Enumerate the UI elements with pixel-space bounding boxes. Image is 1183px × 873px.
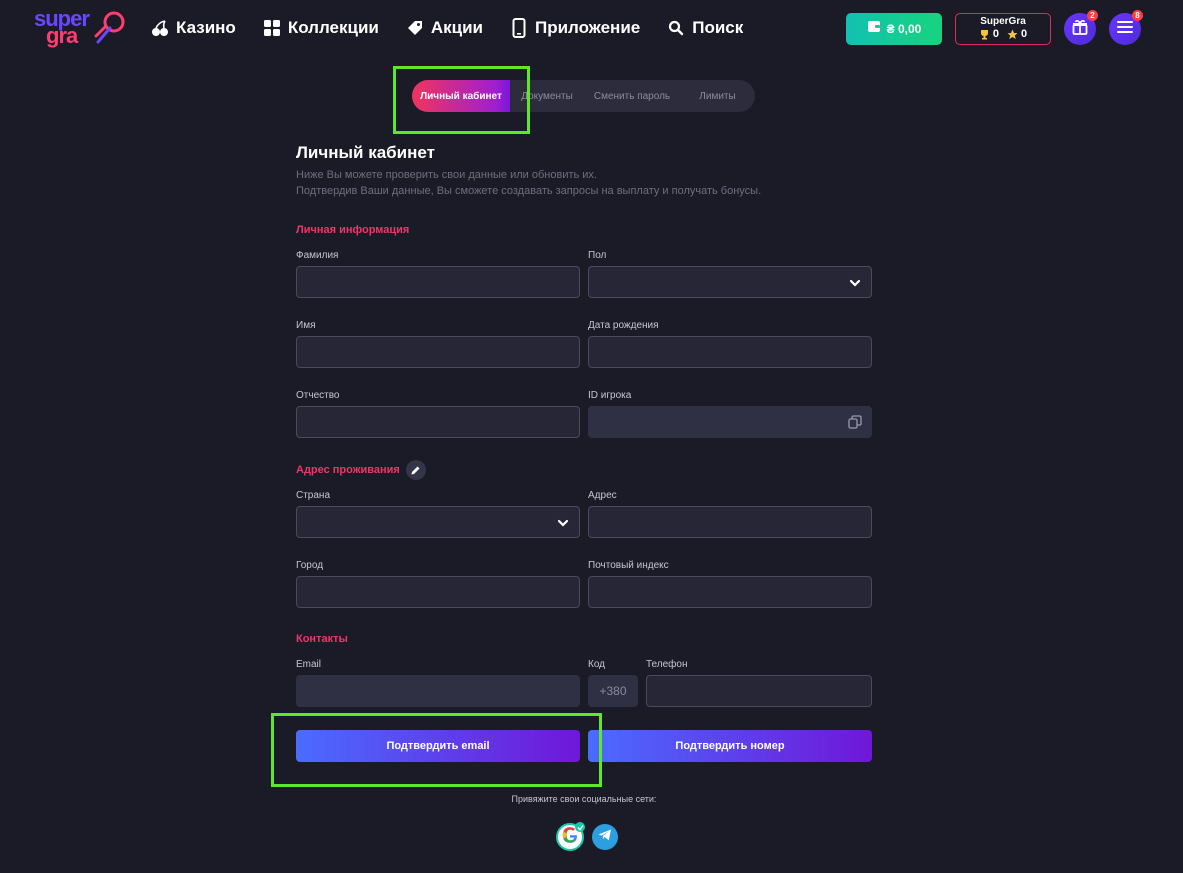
gender-label: Пол	[588, 250, 607, 261]
page-description-1: Ниже Вы можете проверить свои данные или…	[296, 169, 597, 181]
player-id-label: ID игрока	[588, 390, 632, 401]
balance-amount: ₴ 0,00	[886, 22, 922, 36]
nav-promotions[interactable]: Акции	[405, 16, 483, 40]
connected-check-icon	[575, 822, 585, 832]
address-input[interactable]	[588, 506, 872, 538]
nav-promotions-label: Акции	[430, 18, 483, 37]
phone-icon	[509, 18, 529, 38]
logo-word-gra: gra	[46, 23, 78, 48]
tab-change-password[interactable]: Сменить пароль	[584, 80, 680, 112]
menu-badge: 8	[1132, 10, 1143, 21]
nav-casino-label: Казино	[176, 18, 236, 37]
page-title: Личный кабинет	[296, 143, 435, 162]
telegram-icon	[598, 828, 612, 846]
search-icon	[666, 18, 686, 38]
balance-button[interactable]: ₴ 0,00	[846, 13, 942, 45]
section-address: Адрес проживания	[296, 460, 426, 480]
section-contacts-title: Контакты	[296, 633, 348, 645]
name-label: Имя	[296, 320, 316, 331]
main-nav: Казино Коллекции Акции Приложение Поиск	[150, 16, 769, 40]
nav-casino[interactable]: Казино	[150, 16, 236, 40]
copy-icon[interactable]	[848, 415, 862, 434]
section-contacts: Контакты	[296, 633, 348, 645]
social-link-label: Привяжите свои социальные сети:	[511, 794, 657, 804]
surname-label: Фамилия	[296, 250, 339, 261]
header: super gra Казино Коллекции Акции Приложе…	[0, 0, 1183, 58]
phone-label: Телефон	[646, 659, 688, 670]
profile-tabs: Личный кабинет Документы Сменить пароль …	[412, 80, 755, 112]
gifts-button[interactable]: 2	[1064, 10, 1098, 45]
menu-button[interactable]: 8	[1109, 10, 1143, 45]
phone-code-field: +380	[588, 675, 638, 707]
google-connect-button[interactable]	[556, 822, 585, 851]
nav-app[interactable]: Приложение	[509, 16, 640, 40]
country-select[interactable]	[296, 506, 580, 538]
chevron-down-icon	[557, 516, 569, 534]
city-input[interactable]	[296, 576, 580, 608]
supergra-logo[interactable]: super gra	[34, 6, 130, 48]
country-label: Страна	[296, 490, 331, 501]
surname-input[interactable]	[296, 266, 580, 298]
star-stat: 0	[1007, 28, 1027, 40]
wallet-icon	[867, 20, 881, 38]
loyalty-club-name: SuperGra	[980, 16, 1026, 27]
hamburger-icon	[1117, 20, 1133, 38]
page-description-2: Подтвердив Ваши данные, Вы сможете созда…	[296, 185, 762, 197]
star-icon	[1007, 29, 1018, 40]
trophy-stat: 0	[979, 28, 999, 40]
tab-limits[interactable]: Лимиты	[680, 80, 755, 112]
nav-search-label: Поиск	[692, 18, 744, 37]
cherry-icon	[150, 18, 170, 38]
email-input[interactable]	[296, 675, 580, 707]
email-label: Email	[296, 659, 322, 670]
pencil-icon[interactable]	[405, 460, 426, 480]
section-address-title: Адрес проживания	[296, 464, 400, 476]
chevron-down-icon	[849, 276, 861, 294]
trophy-count: 0	[992, 28, 999, 40]
nav-app-label: Приложение	[534, 18, 641, 37]
verify-email-button[interactable]: Подтвердить email	[296, 730, 580, 762]
tab-documents[interactable]: Документы	[510, 80, 584, 112]
nav-collections[interactable]: Коллекции	[262, 16, 379, 40]
section-personal-info-title: Личная информация	[296, 224, 410, 236]
zip-input[interactable]	[588, 576, 872, 608]
rocket-logo-icon	[94, 11, 125, 44]
nav-search[interactable]: Поиск	[666, 16, 743, 40]
birthdate-label: Дата рождения	[588, 320, 659, 331]
loyalty-club-box[interactable]: SuperGra 0 0	[955, 13, 1051, 45]
gifts-badge: 2	[1087, 10, 1098, 21]
phone-input[interactable]	[646, 675, 872, 707]
patronymic-input[interactable]	[296, 406, 580, 438]
address-label: Адрес	[588, 490, 617, 501]
zip-label: Почтовый индекс	[588, 560, 669, 571]
tab-personal-account[interactable]: Личный кабинет	[412, 80, 510, 112]
gender-select[interactable]	[588, 266, 872, 298]
city-label: Город	[296, 560, 324, 571]
grid-icon	[262, 18, 282, 38]
nav-collections-label: Коллекции	[287, 18, 379, 37]
telegram-connect-button[interactable]	[592, 824, 618, 850]
tag-icon	[405, 18, 425, 38]
name-input[interactable]	[296, 336, 580, 368]
birthdate-input[interactable]	[588, 336, 872, 368]
trophy-icon	[979, 29, 990, 40]
star-count: 0	[1021, 28, 1028, 40]
loyalty-stats: 0 0	[956, 28, 1050, 40]
patronymic-label: Отчество	[296, 390, 340, 401]
verify-phone-button[interactable]: Подтвердить номер	[588, 730, 872, 762]
gift-icon	[1072, 19, 1088, 40]
player-id-field	[588, 406, 872, 438]
section-personal-info: Личная информация	[296, 224, 409, 236]
phone-code-label: Код	[588, 659, 606, 670]
